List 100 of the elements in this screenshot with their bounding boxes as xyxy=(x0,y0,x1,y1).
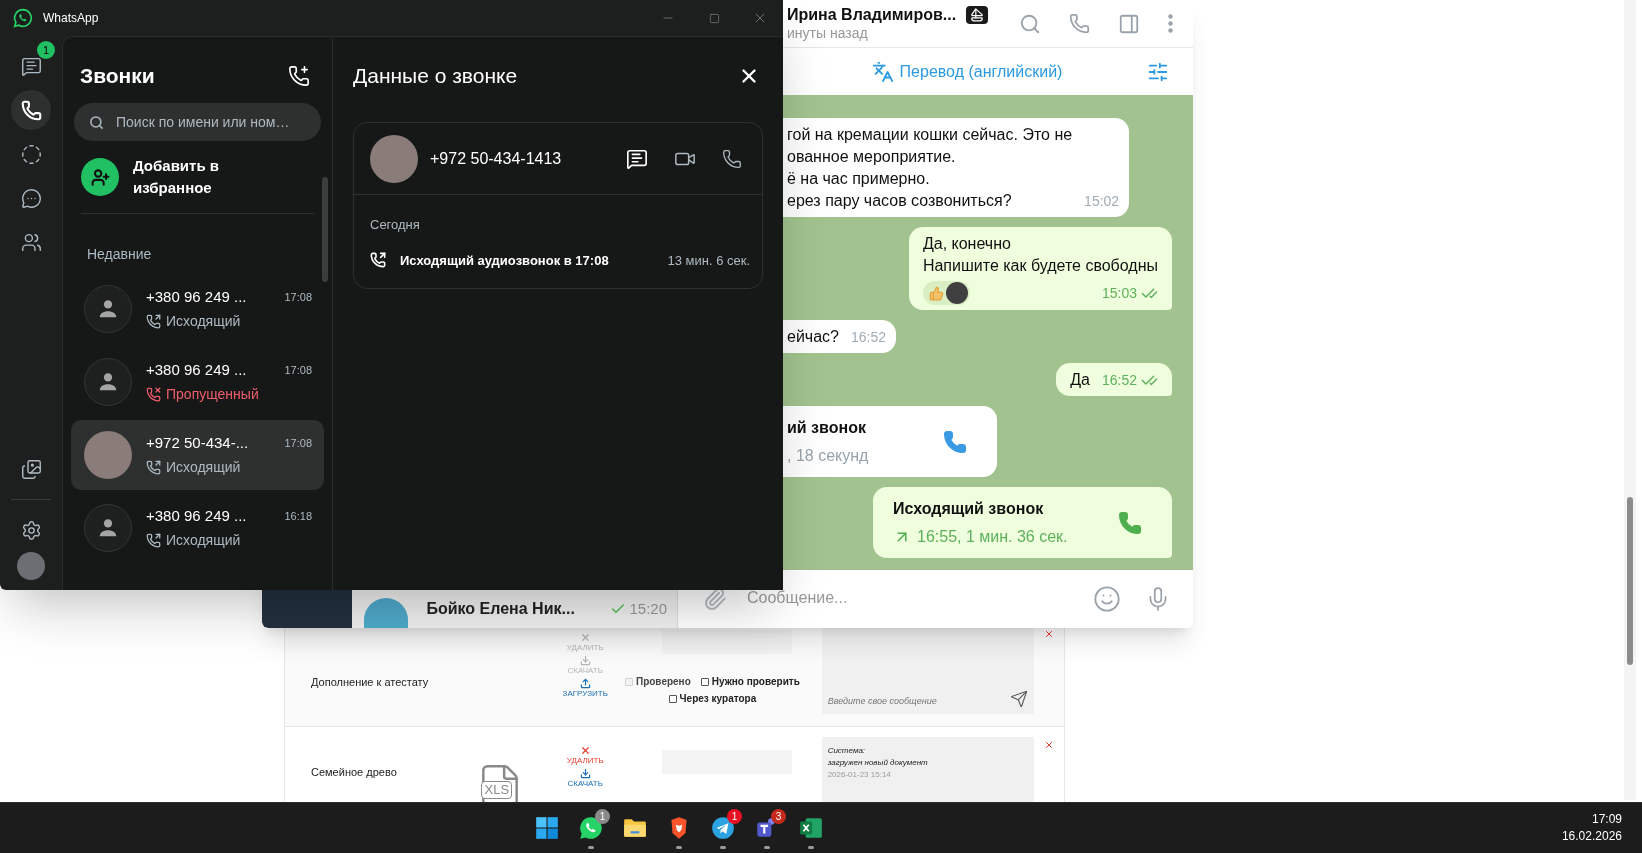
caller-number: +380 96 249 ... xyxy=(146,360,247,381)
call-time: 17:08 xyxy=(284,290,312,306)
running-indicator xyxy=(808,846,814,849)
side-panel-button[interactable] xyxy=(1118,12,1140,35)
running-indicator xyxy=(720,846,726,849)
caller-number: +972 50-434-... xyxy=(146,433,249,454)
search-icon xyxy=(1019,12,1041,35)
search-icon xyxy=(89,115,104,130)
call-list-item[interactable]: +972 50-434-... 17:08 Исходящий xyxy=(71,420,324,490)
checkbox-label: Нужно проверить xyxy=(711,675,800,689)
message-input[interactable]: Сообщение... xyxy=(747,586,1093,610)
translate-button[interactable]: Перевод (английский) xyxy=(871,59,1063,84)
search-field[interactable]: Поиск по имени или ном… xyxy=(74,103,321,141)
add-favorite-icon xyxy=(81,158,119,196)
outgoing-call-icon xyxy=(146,313,161,329)
voice-call-button[interactable] xyxy=(722,148,742,169)
remove-button[interactable] xyxy=(1044,628,1055,640)
caller-number: +380 96 249 ... xyxy=(146,287,247,308)
phone-icon xyxy=(1118,510,1142,535)
phone-icon xyxy=(20,99,42,121)
chat-title: Ирина Владимиров... xyxy=(787,5,957,24)
message-input[interactable]: Введите свое сообщение xyxy=(827,694,1011,708)
emoji-button[interactable] xyxy=(1093,585,1121,613)
message-button[interactable] xyxy=(626,147,648,170)
chat-name: Бойко Елена Ник... xyxy=(426,599,575,619)
close-icon xyxy=(579,745,591,756)
running-indicator xyxy=(588,846,594,849)
call-list-item[interactable]: +380 96 249 ... 17:08 Исходящий xyxy=(71,274,324,344)
side-panel-icon xyxy=(1118,12,1140,35)
message-time: 16:52 xyxy=(850,328,886,347)
call-list-item[interactable]: +380 96 249 ... 17:08 Пропущенный xyxy=(71,347,324,417)
checkbox[interactable] xyxy=(700,677,709,686)
download-icon xyxy=(579,655,591,666)
running-indicator xyxy=(676,846,682,849)
phone-plus-icon xyxy=(288,65,310,87)
comment-author: Система: xyxy=(827,745,867,757)
message-text: Да xyxy=(1070,370,1090,390)
message-text: Да, конечно Напишите как будете свободны xyxy=(922,234,1158,276)
missed-call-icon xyxy=(146,386,161,402)
sailboat-icon xyxy=(966,5,989,24)
phone-icon xyxy=(722,148,742,169)
panel-title: Данные о звонке xyxy=(353,63,518,90)
section-heading: Недавние xyxy=(86,245,153,264)
chat-list-icon xyxy=(20,55,42,77)
images-icon xyxy=(20,458,42,480)
close-icon xyxy=(1044,740,1055,750)
file-action-link[interactable]: ЗАГРУЗИТЬ xyxy=(562,678,608,698)
taskbar-button[interactable]: 3 xyxy=(747,805,787,851)
taskbar-button[interactable]: 1 xyxy=(703,805,743,851)
reaction-chip[interactable] xyxy=(922,281,970,305)
clock-time: 17:09 xyxy=(1591,811,1622,828)
message-text: гой на кремации кошки сейчас. Это не ованное мероприятие. ё на час примерно. ерез пару часов созвониться? xyxy=(787,125,1073,211)
call-button[interactable] xyxy=(1069,13,1090,34)
checkbox-label: Через куратора xyxy=(679,692,757,706)
call-list-item[interactable]: +380 96 249 ... 16:18 Исходящий xyxy=(71,493,324,563)
call-status: Исходящий xyxy=(166,311,241,331)
file-action-link[interactable]: УДАЛИТЬ xyxy=(566,745,604,765)
nav-button[interactable] xyxy=(11,90,51,130)
photo-placeholder[interactable] xyxy=(17,552,45,580)
call-duration: 13 мин. 6 сек. xyxy=(667,251,750,270)
remove-button[interactable] xyxy=(1044,739,1055,751)
attach-button[interactable] xyxy=(703,587,727,611)
window-title: WhatsApp xyxy=(43,10,99,27)
checkbox-label: Проверено xyxy=(635,675,691,689)
call-status: Исходящий xyxy=(166,457,241,477)
document-label: Семейное древо xyxy=(311,764,397,780)
call-time: 17:08 xyxy=(284,363,312,379)
chat-list-item[interactable]: Бойко Елена Ник... 15:20 xyxy=(352,590,678,628)
unread-badge: 1 xyxy=(37,41,55,59)
file-action-link[interactable]: СКАЧАТЬ xyxy=(567,768,603,788)
photo-placeholder xyxy=(370,134,418,183)
text-field[interactable] xyxy=(662,630,793,654)
taskbar-button[interactable]: 1 xyxy=(571,805,611,851)
contact-number: +972 50-434-1413 xyxy=(430,148,562,169)
message-time: 16:52 xyxy=(1101,371,1137,390)
clock-date: 16.02.2026 xyxy=(1561,828,1622,845)
smiley-icon xyxy=(1093,585,1121,613)
outgoing-call-icon xyxy=(146,459,161,475)
send-icon[interactable] xyxy=(1010,690,1029,708)
day-label: Сегодня xyxy=(370,216,421,234)
call-status: Пропущенный xyxy=(166,384,259,404)
photo-placeholder xyxy=(945,282,968,304)
document-label: Дополнение к атестату xyxy=(311,674,429,690)
paperclip-icon xyxy=(703,587,727,611)
panel-title: Звонки xyxy=(80,63,155,90)
call-detail: , 18 секунд xyxy=(787,445,869,466)
person-silhouette-icon xyxy=(97,298,119,320)
more-icon xyxy=(1168,14,1173,33)
call-detail: 16:55, 1 мин. 36 сек. xyxy=(917,526,1068,547)
new-call-button[interactable] xyxy=(288,65,310,87)
more-button[interactable] xyxy=(1168,14,1173,33)
add-favorite-link[interactable]: Добавить в избранное xyxy=(133,155,243,199)
notification-badge: 1 xyxy=(595,809,610,824)
checkbox[interactable] xyxy=(668,694,677,703)
call-title: Исходящий звонок xyxy=(893,498,1045,519)
phone-icon xyxy=(1069,13,1090,34)
call-time: 16:18 xyxy=(284,509,312,525)
translate-settings-button[interactable] xyxy=(1147,60,1169,83)
settings-icon xyxy=(20,519,42,541)
search-button[interactable] xyxy=(1019,12,1041,35)
